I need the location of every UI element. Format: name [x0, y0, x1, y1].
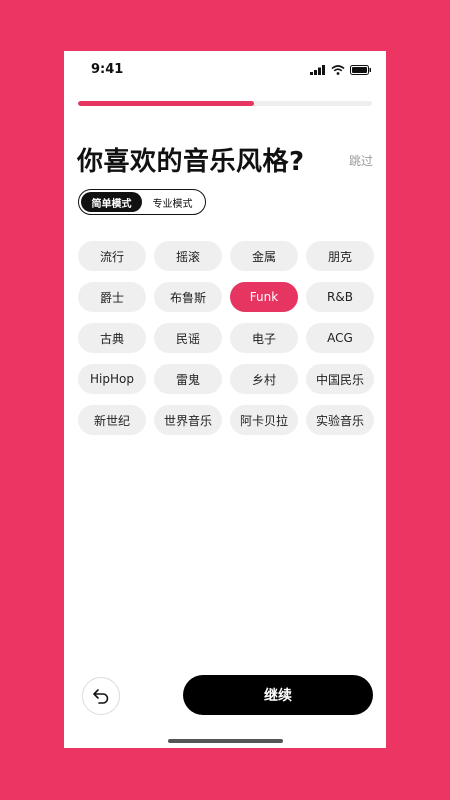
undo-arrow-icon	[93, 689, 109, 704]
genre-tag[interactable]: 布鲁斯	[154, 282, 222, 312]
genre-tag[interactable]: 朋克	[306, 241, 374, 271]
genre-tag[interactable]: 乡村	[230, 364, 298, 394]
genre-tag[interactable]: 民谣	[154, 323, 222, 353]
genre-tag[interactable]: ACG	[306, 323, 374, 353]
signal-icon	[310, 65, 325, 75]
continue-button[interactable]: 继续	[183, 675, 373, 715]
genre-tag[interactable]: 阿卡贝拉	[230, 405, 298, 435]
genre-tag[interactable]: 中国民乐	[306, 364, 374, 394]
genre-tag[interactable]: 流行	[78, 241, 146, 271]
mode-toggle: 简单模式 专业模式	[78, 189, 206, 215]
status-icons	[310, 65, 372, 75]
page-title: 你喜欢的音乐风格?	[77, 147, 305, 177]
progress-fill	[78, 101, 255, 106]
status-bar: 9:41	[64, 51, 386, 91]
genre-tag[interactable]: R&B	[306, 282, 374, 312]
genre-tag[interactable]: 金属	[230, 241, 298, 271]
phone-screen: 9:41 你喜欢的音乐风格? 跳过 简单模式 专业模式 流行 摇滚 金属 朋克 …	[64, 51, 386, 748]
genre-tag[interactable]: 雷鬼	[154, 364, 222, 394]
genre-tag[interactable]: 电子	[230, 323, 298, 353]
genre-tag[interactable]: 摇滚	[154, 241, 222, 271]
genre-tag[interactable]: 爵士	[78, 282, 146, 312]
mode-pro-option[interactable]: 专业模式	[142, 192, 203, 212]
genre-tag[interactable]: Funk	[230, 282, 298, 312]
genre-tag[interactable]: HipHop	[78, 364, 146, 394]
progress-bar	[78, 101, 372, 106]
genre-tag[interactable]: 世界音乐	[154, 405, 222, 435]
status-time: 9:41	[91, 62, 124, 77]
battery-icon	[350, 65, 371, 75]
wifi-icon	[331, 65, 345, 75]
home-indicator	[168, 739, 283, 743]
back-button[interactable]	[82, 677, 120, 715]
genre-tag[interactable]: 古典	[78, 323, 146, 353]
skip-button[interactable]: 跳过	[349, 152, 373, 169]
genre-tag-list: 流行 摇滚 金属 朋克 爵士 布鲁斯 Funk R&B 古典 民谣 电子 ACG…	[78, 241, 374, 435]
genre-tag[interactable]: 实验音乐	[306, 405, 374, 435]
mode-simple-option[interactable]: 简单模式	[81, 192, 142, 212]
genre-tag[interactable]: 新世纪	[78, 405, 146, 435]
